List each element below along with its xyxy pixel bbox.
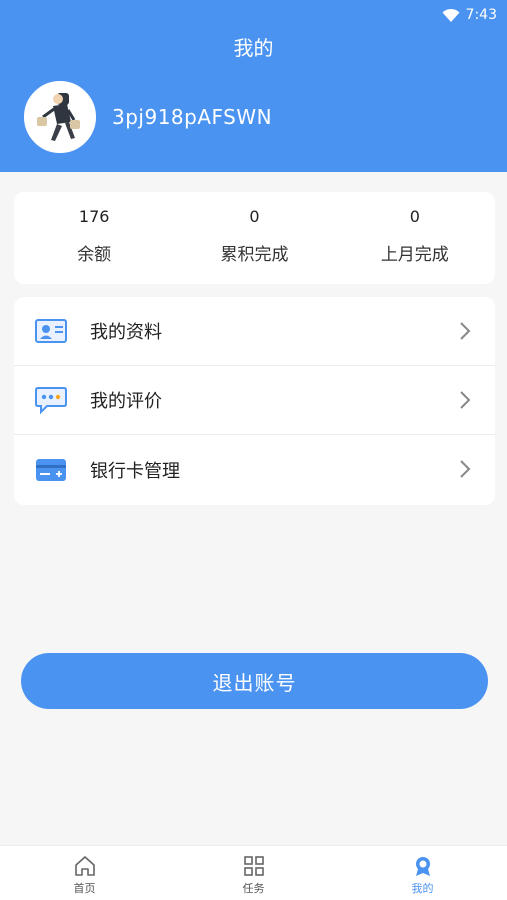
header: 7:43 我的 3pj918pAFSWN <box>0 0 507 172</box>
stat-value: 0 <box>249 207 260 226</box>
username: 3pj918pAFSWN <box>112 105 273 129</box>
status-bar: 7:43 <box>442 5 497 25</box>
tab-tasks[interactable]: 任务 <box>169 846 338 900</box>
tab-label: 首页 <box>73 882 96 895</box>
stat-balance[interactable]: 176 余额 <box>14 192 174 284</box>
stat-label: 上月完成 <box>380 245 449 265</box>
tab-mine[interactable]: 我的 <box>338 846 507 900</box>
stats-card: 176 余额 0 累积完成 0 上月完成 <box>14 192 495 284</box>
bottom-tab-bar: 首页 任务 我的 <box>0 845 507 900</box>
stat-total-completed[interactable]: 0 累积完成 <box>174 192 334 284</box>
menu-card: 我的资料 我的评价 银行卡管理 <box>14 297 495 505</box>
tab-home[interactable]: 首页 <box>0 846 169 900</box>
home-icon <box>74 856 95 876</box>
tab-label: 任务 <box>242 882 265 895</box>
wifi-icon <box>442 8 460 22</box>
page-title: 我的 <box>233 36 274 60</box>
stat-value: 0 <box>409 207 420 226</box>
chevron-right-icon <box>460 460 471 478</box>
stat-label: 余额 <box>77 245 112 265</box>
grid-icon <box>243 856 264 876</box>
delivery-person-avatar-icon <box>27 84 93 150</box>
stat-last-month-completed[interactable]: 0 上月完成 <box>335 192 495 284</box>
menu-item-reviews[interactable]: 我的评价 <box>14 366 495 435</box>
logout-button[interactable]: 退出账号 <box>21 653 488 709</box>
stat-value: 176 <box>78 207 110 226</box>
comment-bubble-icon <box>34 386 68 414</box>
bank-card-icon <box>34 456 68 484</box>
stat-label: 累积完成 <box>220 245 289 265</box>
avatar[interactable] <box>24 81 96 153</box>
menu-label: 我的评价 <box>90 391 162 412</box>
tab-label: 我的 <box>411 882 434 895</box>
profile-card-icon <box>34 317 68 345</box>
menu-item-profile[interactable]: 我的资料 <box>14 297 495 366</box>
menu-label: 我的资料 <box>90 322 162 343</box>
chevron-right-icon <box>460 322 471 340</box>
status-time: 7:43 <box>465 7 497 23</box>
menu-item-bank-card[interactable]: 银行卡管理 <box>14 435 495 504</box>
menu-label: 银行卡管理 <box>90 460 180 482</box>
chevron-right-icon <box>460 391 471 409</box>
badge-icon <box>415 857 430 876</box>
